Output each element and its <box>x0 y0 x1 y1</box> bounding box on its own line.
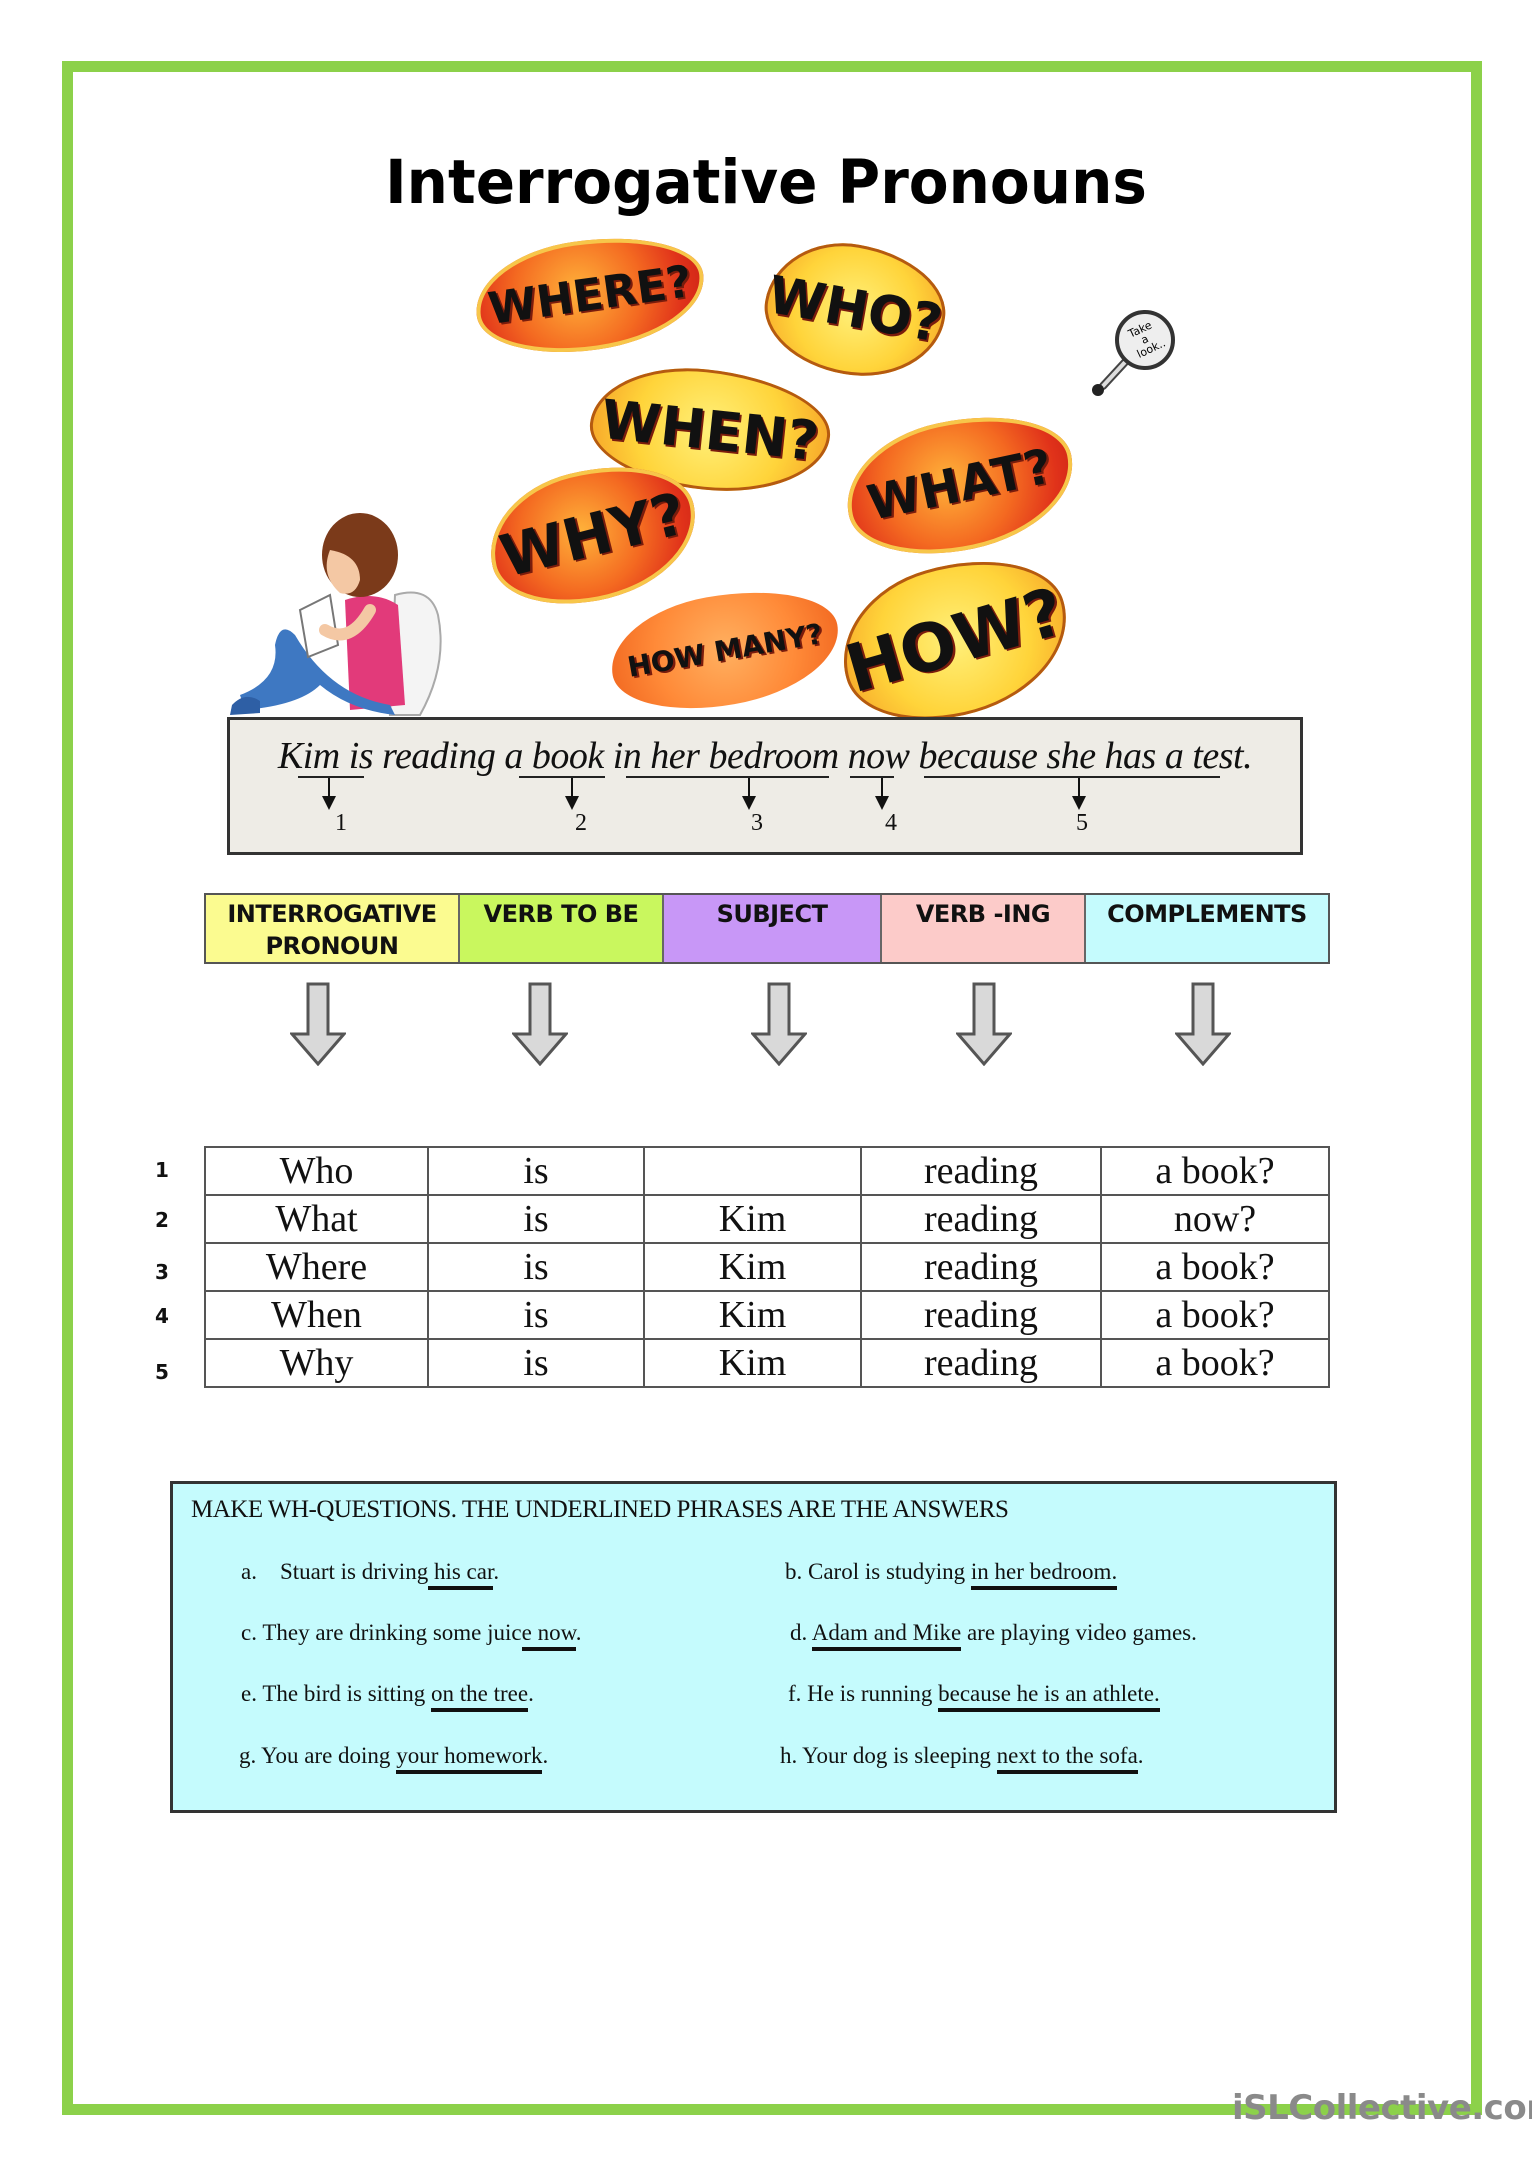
table-cell: is <box>427 1290 645 1340</box>
underlined-answer: Adam and Mike <box>811 1620 962 1651</box>
table-cell <box>643 1146 862 1196</box>
girl-reading-illustration <box>230 513 442 716</box>
table-cell: reading <box>860 1194 1102 1244</box>
table-row: What is Kim reading now? <box>204 1194 1330 1244</box>
table-cell: reading <box>860 1242 1102 1292</box>
down-arrow-icon <box>1175 982 1231 1066</box>
row-number: 2 <box>155 1208 169 1232</box>
example-sentence-box: Kim is reading a book in her bedroom now… <box>227 717 1303 855</box>
arrow-down-5-icon <box>1072 778 1086 810</box>
row-number: 4 <box>155 1304 169 1328</box>
table-row: Why is Kim reading a book? <box>204 1338 1330 1388</box>
header-subject: SUBJECT <box>664 895 882 962</box>
questions-table: Who is reading a book? What is Kim readi… <box>204 1146 1330 1388</box>
header-verb-ing: VERB -ING <box>882 895 1086 962</box>
table-cell: What <box>204 1194 429 1244</box>
table-cell: reading <box>860 1338 1102 1388</box>
magnifier-icon: Take a look.. <box>1092 310 1175 396</box>
exercise-box: MAKE WH-QUESTIONS. THE UNDERLINED PHRASE… <box>170 1481 1337 1813</box>
part-number: 1 <box>335 810 347 836</box>
table-cell: a book? <box>1100 1338 1330 1388</box>
arrow-down-3-icon <box>742 778 756 810</box>
underlined-answer: on the tree <box>430 1681 529 1712</box>
bubble-how-many: HOW MANY? <box>602 575 848 725</box>
table-cell: is <box>427 1338 645 1388</box>
table-row: Who is reading a book? <box>204 1146 1330 1196</box>
table-cell: is <box>427 1242 645 1292</box>
exercise-item-a: a. Stuart is driving his car. <box>241 1559 499 1590</box>
exercise-item-h: h. Your dog is sleeping next to the sofa… <box>780 1743 1144 1774</box>
exercise-item-f: f. He is running because he is an athlet… <box>788 1681 1160 1712</box>
part-number: 2 <box>575 810 587 836</box>
underline-5 <box>924 776 1220 778</box>
table-cell: reading <box>860 1290 1102 1340</box>
down-arrow-icon <box>751 982 807 1066</box>
table-cell: is <box>427 1146 645 1196</box>
row-number: 5 <box>155 1360 169 1384</box>
underline-2 <box>519 776 605 778</box>
table-cell: now? <box>1100 1194 1330 1244</box>
part-number: 3 <box>751 810 763 836</box>
table-cell: Kim <box>643 1242 862 1292</box>
page-title: Interrogative Pronouns <box>385 146 1147 218</box>
underline-1 <box>298 776 364 778</box>
down-arrow-icon <box>290 982 346 1066</box>
table-cell: Where <box>204 1242 429 1292</box>
table-cell: When <box>204 1290 429 1340</box>
bubble-how: HOW? <box>823 536 1087 744</box>
exercise-item-d: d. Adam and Mike are playing video games… <box>790 1620 1197 1651</box>
table-cell: a book? <box>1100 1242 1330 1292</box>
table-cell: Who <box>204 1146 429 1196</box>
underline-3 <box>626 776 829 778</box>
underlined-answer: his car <box>428 1559 494 1590</box>
underlined-answer: next to the sofa <box>996 1743 1138 1774</box>
exercise-item-g: g. You are doing your homework. <box>239 1743 548 1774</box>
part-number: 5 <box>1076 810 1088 836</box>
exercise-item-e: e. The bird is sitting on the tree. <box>241 1681 534 1712</box>
table-cell: a book? <box>1100 1146 1330 1196</box>
row-number: 3 <box>155 1260 169 1284</box>
bubble-what: WHAT? <box>833 397 1087 573</box>
arrow-down-4-icon <box>875 778 889 810</box>
table-cell: Kim <box>643 1290 862 1340</box>
underlined-answer: in her bedroom. <box>970 1559 1118 1590</box>
exercise-title: MAKE WH-QUESTIONS. THE UNDERLINED PHRASE… <box>191 1496 1009 1523</box>
table-row: When is Kim reading a book? <box>204 1290 1330 1340</box>
exercise-item-b: b. Carol is studying in her bedroom. <box>785 1559 1118 1590</box>
table-cell: reading <box>860 1146 1102 1196</box>
example-sentence: Kim is reading a book in her bedroom now… <box>277 735 1253 777</box>
header-verb-to-be: VERB TO BE <box>460 895 664 962</box>
down-arrow-icon <box>512 982 568 1066</box>
down-arrow-icon <box>956 982 1012 1066</box>
row-number: 1 <box>155 1158 169 1182</box>
bubble-who: WHO? <box>755 230 955 390</box>
part-number: 4 <box>885 810 897 836</box>
table-cell: is <box>427 1194 645 1244</box>
header-complements: COMPLEMENTS <box>1086 895 1328 962</box>
structure-header: INTERROGATIVE PRONOUN VERB TO BE SUBJECT… <box>204 893 1330 964</box>
table-cell: Kim <box>643 1338 862 1388</box>
table-cell: a book? <box>1100 1290 1330 1340</box>
watermark: iSLCollective.com <box>1232 2088 1532 2128</box>
underlined-answer: because he is an athlete. <box>938 1681 1160 1712</box>
table-row: Where is Kim reading a book? <box>204 1242 1330 1292</box>
bubble-where: WHERE? <box>468 224 712 366</box>
exercise-item-c: c. They are drinking some juice now. <box>241 1620 581 1651</box>
underlined-answer: your homework <box>396 1743 543 1774</box>
table-cell: Why <box>204 1338 429 1388</box>
header-interrogative-pronoun: INTERROGATIVE PRONOUN <box>206 895 460 962</box>
underline-4 <box>850 776 894 778</box>
arrow-down-2-icon <box>565 778 579 810</box>
table-cell: Kim <box>643 1194 862 1244</box>
arrow-down-1-icon <box>322 778 336 810</box>
underlined-answer: e now <box>521 1620 576 1651</box>
